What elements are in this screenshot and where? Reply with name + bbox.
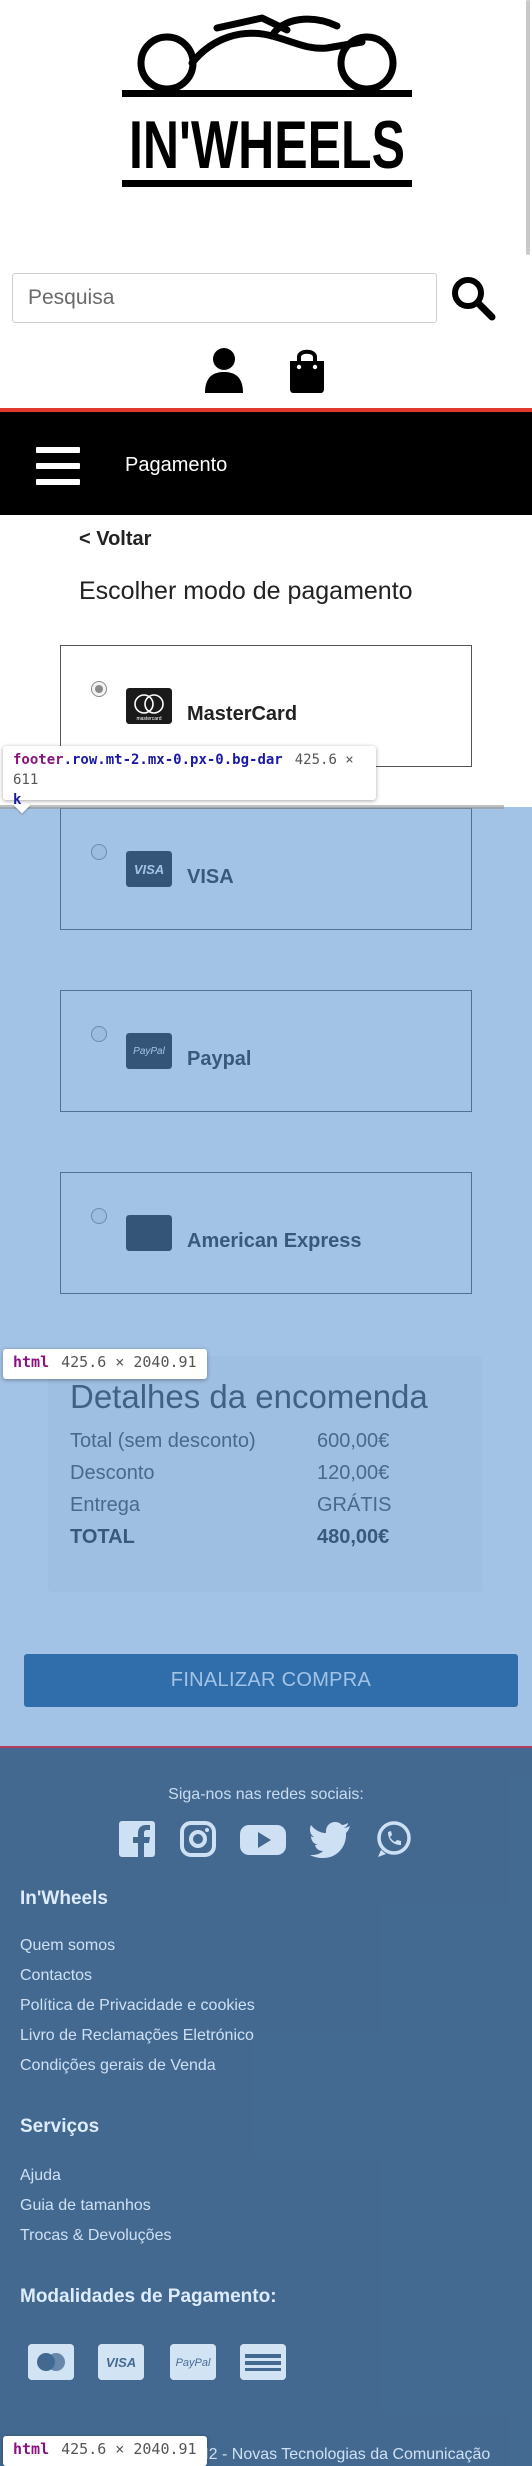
inspector-tooltip-arrow <box>13 796 31 814</box>
radio-paypal[interactable] <box>91 1026 107 1042</box>
youtube-icon[interactable] <box>240 1819 286 1859</box>
radio-amex[interactable] <box>91 1208 107 1224</box>
search-icon[interactable] <box>450 275 496 321</box>
payment-option-visa[interactable]: VISA VISA <box>60 808 472 930</box>
footer-link[interactable]: Livro de Reclamações Eletrónico <box>20 2027 254 2045</box>
page-title: Escolher modo de pagamento <box>79 577 413 605</box>
summary-label: Desconto <box>70 1462 155 1484</box>
summary-value: 600,00€ <box>317 1430 390 1452</box>
order-summary: Detalhes da encomenda Total (sem descont… <box>48 1356 482 1592</box>
footer-link[interactable]: Trocas & Devoluções <box>20 2227 171 2245</box>
amex-icon <box>240 2344 286 2380</box>
payment-option-mastercard[interactable]: mastercard MasterCard <box>60 645 472 767</box>
tooltip-tag: footer <box>13 752 64 768</box>
visa-icon: VISA <box>98 2344 144 2380</box>
shopping-bag-icon[interactable] <box>287 347 327 393</box>
tooltip-tag: html <box>13 1353 50 1371</box>
page-scrollbar[interactable] <box>526 0 530 255</box>
paypal-icon: PayPal <box>126 1033 172 1069</box>
svg-text:VISA: VISA <box>134 862 164 877</box>
top-navbar: Pagamento <box>0 408 532 515</box>
svg-text:mastercard: mastercard <box>136 716 161 722</box>
payment-label: Paypal <box>187 1048 252 1070</box>
payment-label: MasterCard <box>187 703 298 725</box>
payment-label: VISA <box>187 866 234 888</box>
footer-link[interactable]: Ajuda <box>20 2167 61 2185</box>
footer-link[interactable]: Quem somos <box>20 1937 115 1955</box>
summary-row: Desconto 120,00€ <box>70 1462 470 1485</box>
nav-page-title: Pagamento <box>125 454 228 476</box>
footer-link[interactable]: Condições gerais de Venda <box>20 2057 216 2075</box>
user-icon[interactable] <box>203 347 245 393</box>
summary-value: 120,00€ <box>317 1462 390 1484</box>
radio-visa[interactable] <box>91 844 107 860</box>
svg-text:PayPal: PayPal <box>176 2357 211 2369</box>
payment-option-paypal[interactable]: PayPal Paypal <box>60 990 472 1112</box>
footer-link[interactable]: Política de Privacidade e cookies <box>20 1997 255 2015</box>
svg-text:PayPal: PayPal <box>133 1046 165 1057</box>
footer-section-heading: Serviços <box>20 2116 100 2137</box>
visa-icon: VISA <box>126 851 172 887</box>
svg-text:VISA: VISA <box>106 2355 136 2370</box>
payment-label: American Express <box>187 1230 362 1252</box>
radio-mastercard[interactable] <box>91 681 107 697</box>
search-input[interactable] <box>12 273 437 323</box>
finalize-purchase-button[interactable]: FINALIZAR COMPRA <box>24 1654 518 1707</box>
inwheels-logo[interactable]: IN'WHEELS <box>122 8 412 192</box>
mastercard-icon <box>28 2344 74 2380</box>
summary-label: TOTAL <box>70 1526 135 1548</box>
payment-methods-heading: Modalidades de Pagamento: <box>20 2286 277 2307</box>
footer-section-heading: In'Wheels <box>20 1888 108 1909</box>
summary-row: Total (sem desconto) 600,00€ <box>70 1430 470 1453</box>
facebook-icon[interactable] <box>119 1819 155 1859</box>
footer-link[interactable]: Guia de tamanhos <box>20 2197 151 2215</box>
summary-value: 480,00€ <box>317 1526 390 1548</box>
order-summary-title: Detalhes da encomenda <box>70 1378 428 1415</box>
footer-link[interactable]: Contactos <box>20 1967 92 1985</box>
summary-value: GRÁTIS <box>317 1494 392 1516</box>
amex-icon <box>126 1215 172 1251</box>
twitter-icon[interactable] <box>310 1819 350 1859</box>
hamburger-menu-icon[interactable] <box>36 447 80 485</box>
summary-total-row: TOTAL 480,00€ <box>70 1526 470 1549</box>
payment-option-amex[interactable]: American Express <box>60 1172 472 1294</box>
back-link[interactable]: < Voltar <box>79 528 151 551</box>
mastercard-icon: mastercard <box>126 688 172 724</box>
paypal-icon: PayPal <box>170 2344 216 2380</box>
social-title: Siga-nos nas redes sociais: <box>168 1786 364 1803</box>
summary-row: Entrega GRÁTIS <box>70 1494 470 1517</box>
summary-label: Total (sem desconto) <box>70 1430 256 1452</box>
whatsapp-icon[interactable] <box>375 1819 413 1859</box>
copyright-text: MM2 - Novas Tecnologias da Comunicação <box>182 2446 491 2463</box>
logo-text: IN'WHEELS <box>129 107 405 183</box>
search-bar <box>12 273 512 325</box>
instagram-icon[interactable] <box>179 1819 217 1859</box>
summary-label: Entrega <box>70 1494 141 1516</box>
